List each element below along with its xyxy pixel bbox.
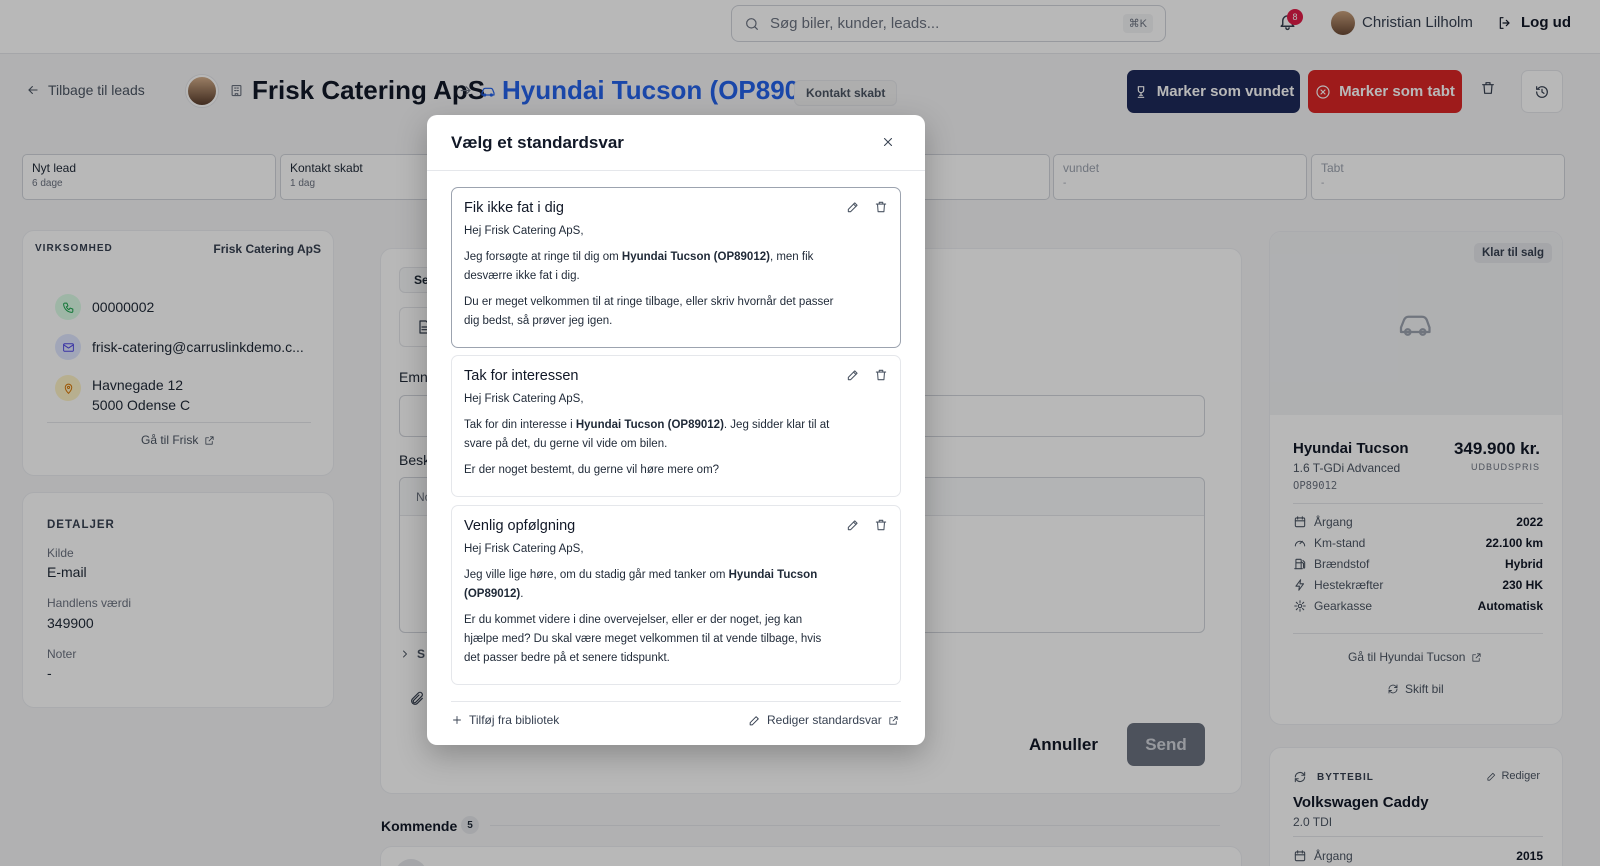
template-greeting: Hej Frisk Catering ApS, [464,393,584,405]
standard-reply-modal: Vælg et standardsvar Fik ikke fat i dig … [427,115,925,745]
template-item[interactable]: Tak for interessen Hej Frisk Catering Ap… [451,355,901,497]
template-item[interactable]: Venlig opfølgning Hej Frisk Catering ApS… [451,505,901,685]
template-paragraph-2: Du er meget velkommen til at ringe tilba… [464,296,834,327]
add-from-library-button[interactable]: Tilføj fra bibliotek [451,713,559,727]
template-item[interactable]: Fik ikke fat i dig Hej Frisk Catering Ap… [451,187,901,348]
trash-icon[interactable] [874,368,888,382]
template-paragraph-1: Jeg ville lige høre, om du stadig går me… [464,569,818,600]
template-title: Tak for interessen [464,368,579,384]
pencil-icon [749,715,759,725]
trash-icon[interactable] [874,518,888,532]
pencil-icon[interactable] [846,518,860,532]
template-greeting: Hej Frisk Catering ApS, [464,543,584,555]
close-button[interactable] [881,135,895,149]
plus-icon [453,716,461,724]
template-actions [846,200,888,214]
trash-icon[interactable] [874,200,888,214]
edit-standard-replies-label: Rediger standardsvar [767,713,882,727]
edit-standard-replies-link[interactable]: Rediger standardsvar [748,713,899,727]
pencil-icon[interactable] [846,200,860,214]
external-link-icon [889,715,898,725]
add-from-library-label: Tilføj fra bibliotek [469,713,560,727]
template-greeting: Hej Frisk Catering ApS, [464,225,584,237]
template-actions [846,368,888,382]
modal-title: Vælg et standardsvar [451,133,624,152]
close-icon [883,137,893,147]
template-paragraph-1: Jeg forsøgte at ringe til dig om Hyundai… [464,251,814,282]
template-paragraph-2: Er der noget bestemt, du gerne vil høre … [464,464,720,476]
divider [427,170,925,171]
template-title: Venlig opfølgning [464,518,576,534]
pencil-icon[interactable] [846,368,860,382]
template-actions [846,518,888,532]
template-paragraph-1: Tak for din interesse i Hyundai Tucson (… [464,419,830,450]
divider [451,701,901,702]
template-paragraph-2: Er du kommet videre i dine overvejelser,… [464,614,822,664]
template-title: Fik ikke fat i dig [464,200,564,216]
